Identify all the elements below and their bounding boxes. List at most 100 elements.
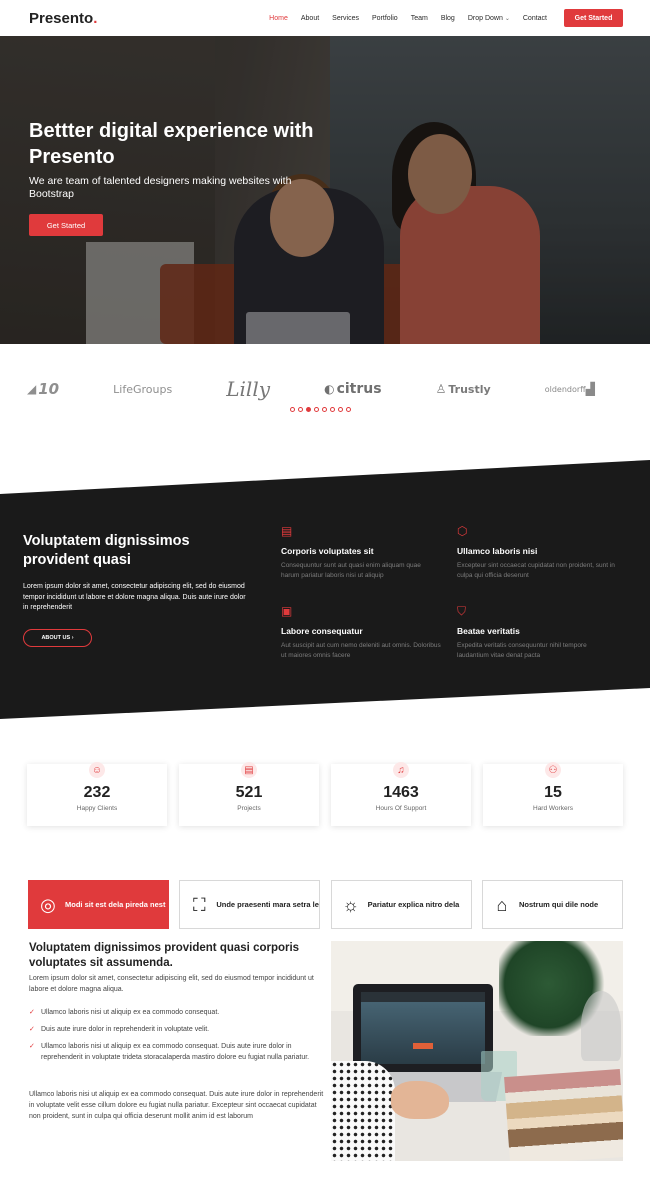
store-icon: ⌂	[496, 894, 508, 915]
citrus-icon: ◐	[324, 382, 335, 396]
client-logo[interactable]: oldendorff ▟	[545, 382, 597, 396]
cube-icon: ⬡	[457, 524, 468, 538]
tab-label: Modi sit est dela pireda nest	[65, 899, 166, 909]
nav-home[interactable]: Home	[269, 15, 288, 22]
photo-lamp	[581, 991, 621, 1061]
tab-1[interactable]: ◎ Modi sit est dela pireda nest	[28, 880, 169, 929]
tab-4[interactable]: ⌂ Nostrum qui dile node	[481, 880, 623, 929]
tab-2[interactable]: ⛶ Unde praesenti mara setra le	[179, 880, 321, 929]
carousel-dot[interactable]	[346, 407, 351, 412]
tab-3[interactable]: ☼ Pariatur explica nitro dela	[330, 880, 472, 929]
client-logo-text: citrus	[336, 381, 382, 397]
nav-about[interactable]: About	[301, 15, 319, 22]
photo-screen-button	[413, 1043, 433, 1049]
feature-title: Labore consequatur	[281, 626, 363, 636]
main-nav: Home About Services Portfolio Team Blog …	[256, 9, 623, 27]
swoosh-icon: ◢	[27, 382, 37, 396]
carousel-dot[interactable]	[314, 407, 319, 412]
hero-subtitle: We are team of talented designers making…	[29, 175, 292, 200]
carousel-dot[interactable]	[338, 407, 343, 412]
list-item: ✓ Duis aute irure dolor in reprehenderit …	[29, 1024, 324, 1035]
feature-box: ⛉ Beatae veritatis Expedita veritatis co…	[457, 604, 617, 661]
client-logo[interactable]: Lilly	[226, 377, 270, 401]
feature-text: Expedita veritatis consequuntur nihil te…	[457, 642, 587, 659]
nav-portfolio[interactable]: Portfolio	[372, 15, 398, 22]
carousel-dot[interactable]	[322, 407, 327, 412]
nav-dropdown[interactable]: Drop Down ⌄	[468, 15, 510, 22]
check-icon: ✓	[29, 1026, 35, 1033]
sun-icon: ☼	[342, 894, 359, 915]
photo-hand	[391, 1081, 449, 1119]
tab-label: Unde praesenti mara setra le	[216, 899, 319, 909]
feature-text: Consequuntur sunt aut quasi enim aliquam…	[281, 562, 421, 579]
features-title: Voluptatem dignissimos provident quasi	[23, 533, 190, 568]
feature-text: Excepteur sint occaecat cupidatat non pr…	[457, 562, 615, 579]
stat-card: ▤ 521 Projects	[179, 762, 319, 826]
trustly-icon: ♙	[435, 382, 447, 396]
features-text: Lorem ipsum dolor sit amet, consectetur …	[23, 583, 246, 611]
journal-icon: ▤	[241, 762, 257, 778]
carousel-dot[interactable]	[330, 407, 335, 412]
nav-contact[interactable]: Contact	[523, 15, 547, 22]
tab-label: Nostrum qui dile node	[518, 899, 599, 909]
stat-label: Projects	[237, 805, 261, 812]
nav-dropdown-label: Drop Down	[467, 14, 503, 22]
tab-content-intro: Lorem ipsum dolor sit amet, consectetur …	[29, 975, 314, 993]
tab-content-list: ✓ Ullamco laboris nisi ut aliquip ex ea c…	[29, 1007, 324, 1069]
smile-icon: ☺	[89, 762, 105, 778]
chevron-down-icon: ⌄	[504, 15, 510, 22]
hero-title: Bettter digital experience with Presento	[29, 120, 314, 168]
logo-dot: .	[93, 9, 98, 27]
nav-blog[interactable]: Blog	[441, 15, 455, 22]
carousel-dot[interactable]	[290, 407, 295, 412]
check-icon: ✓	[29, 1043, 35, 1050]
hero-section: Bettter digital experience with Presento…	[0, 36, 650, 344]
nav-services[interactable]: Services	[332, 15, 359, 22]
list-item-text: Ullamco laboris nisi ut aliquip ex ea co…	[41, 1043, 310, 1061]
client-logo-text: 10	[38, 380, 60, 398]
stat-number: 1463	[383, 784, 419, 801]
tab-content-title: Voluptatem dignissimos provident quasi c…	[29, 942, 300, 969]
photo-laptop-screen	[361, 992, 485, 1064]
client-logo[interactable]: ◢ 10	[27, 380, 59, 398]
logo-text: Presento	[29, 9, 94, 27]
client-logo-text: Lilly	[226, 377, 271, 401]
carousel-dot-active[interactable]	[306, 407, 311, 412]
feature-title: Ullamco laboris nisi	[457, 546, 538, 556]
header-get-started-button[interactable]: Get Started	[564, 9, 623, 27]
feature-box: ▤ Corporis voluptates sit Consequuntur s…	[281, 524, 441, 581]
tabs-nav: ◎ Modi sit est dela pireda nest ⛶ Unde p…	[28, 880, 623, 929]
check-icon: ✓	[29, 1009, 35, 1016]
clients-section: ◢ 10 LifeGroups Lilly ◐ citrus ♙ Trustly ol…	[0, 344, 650, 460]
client-logo[interactable]: ◐ citrus	[324, 381, 381, 397]
client-logo-text: LifeGroups	[113, 382, 173, 396]
stat-label: Hours Of Support	[375, 805, 427, 812]
carousel-pagination	[290, 407, 351, 412]
stat-card: ⚇ 15 Hard Workers	[483, 762, 623, 826]
stat-number: 15	[544, 784, 562, 801]
stat-number: 232	[83, 784, 111, 801]
broadcast-icon: ◎	[40, 894, 56, 915]
feature-box: ▣ Labore consequatur Aut suscipit aut cu…	[281, 604, 441, 661]
client-logo[interactable]: ♙ Trustly	[436, 382, 491, 396]
stat-card: ☺ 232 Happy Clients	[27, 762, 167, 826]
client-logo[interactable]: LifeGroups	[113, 383, 172, 396]
people-icon: ⚇	[545, 762, 561, 778]
about-us-button[interactable]: ABOUT US ›	[23, 629, 92, 647]
stat-number: 521	[235, 784, 263, 801]
stat-label: Hard Workers	[533, 805, 573, 812]
feature-box: ⬡ Ullamco laboris nisi Excepteur sint oc…	[457, 524, 617, 581]
site-header: Presento. Home About Services Portfolio …	[0, 0, 650, 36]
clients-carousel: ◢ 10 LifeGroups Lilly ◐ citrus ♙ Trustly ol…	[27, 374, 597, 404]
feature-title: Beatae veritatis	[457, 626, 520, 636]
client-logo-text: oldendorff	[544, 384, 586, 394]
tab-content-outro: Ullamco laboris nisi ut aliquip ex ea co…	[29, 1091, 324, 1120]
feature-text: Aut suscipit aut cum nemo deleniti aut o…	[281, 642, 441, 659]
nav-team[interactable]: Team	[411, 15, 428, 22]
photo-books	[504, 1069, 623, 1161]
carousel-dot[interactable]	[298, 407, 303, 412]
logo[interactable]: Presento.	[29, 10, 97, 27]
shield-icon: ⛉	[457, 604, 467, 618]
list-item-text: Duis aute irure dolor in reprehenderit i…	[41, 1026, 210, 1033]
hero-get-started-button[interactable]: Get Started	[29, 214, 103, 236]
